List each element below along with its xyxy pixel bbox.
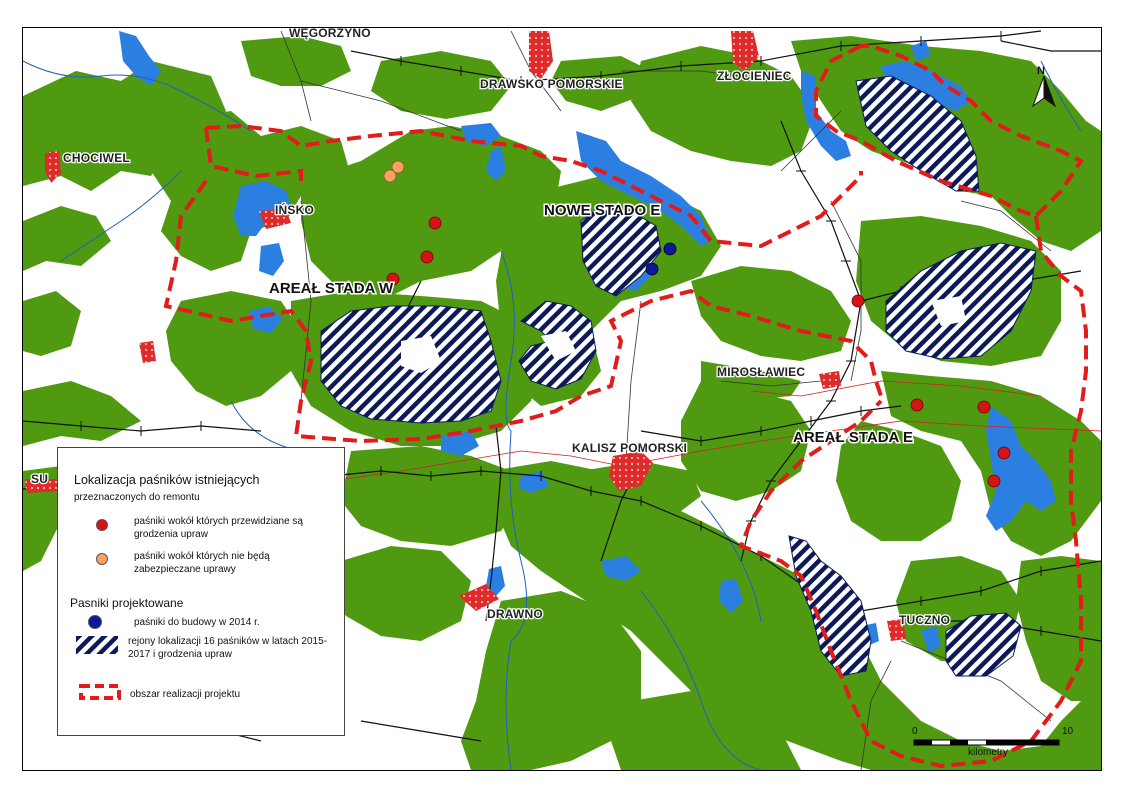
red-marker (851, 294, 865, 308)
label-chociwel: CHOCIWEL (63, 151, 130, 165)
legend-title: Lokalizacja paśników istniejących (74, 473, 260, 487)
label-nowe-stado: NOWE STADO E (544, 202, 660, 219)
north-arrow: N (1025, 62, 1065, 110)
label-drawsko: DRAWSKO POMORSKIE (480, 77, 623, 91)
red-marker (977, 400, 991, 414)
legend-item-hatch: rejony lokalizacji 16 paśników w latach … (128, 636, 327, 660)
north-label: N (1037, 65, 1045, 77)
red-marker-icon (96, 519, 108, 531)
town-misc (139, 341, 156, 363)
red-marker (420, 250, 434, 264)
legend-subtitle: przeznaczonych do remontu (74, 492, 200, 503)
legend-item-orange: paśniki wokół których nie będą zabezpiec… (134, 551, 270, 575)
label-areal-w: AREAŁ STADA W (269, 280, 394, 297)
north-arrow-icon: N (1031, 65, 1057, 108)
orange-marker-icon (96, 553, 108, 565)
scale-right-label: 10 (1062, 726, 1074, 737)
label-drawno: DRAWNO (487, 607, 543, 621)
label-areal-e: AREAŁ STADA E (793, 429, 913, 446)
blue-marker-icon (88, 615, 102, 629)
label-zlocieniec: ZŁOCIENIEC (717, 69, 792, 83)
red-marker (987, 474, 1001, 488)
legend-section2: Pasniki projektowane (70, 596, 184, 610)
hatch-swatch-icon (76, 636, 118, 654)
legend-item-blue: paśniki do budowy w 2014 r. (134, 617, 260, 628)
blue-marker (663, 242, 677, 256)
label-wegorzyno: WĘGORZYNO (289, 28, 371, 40)
label-su: SU (31, 472, 48, 486)
red-marker (910, 398, 924, 412)
label-insko: IŃSKO (275, 202, 314, 217)
town-miroslawiec (819, 371, 841, 389)
scale-left-label: 0 (912, 726, 918, 737)
red-marker (997, 446, 1011, 460)
boundary-swatch-icon (79, 684, 121, 700)
legend-box: Lokalizacja paśników istniejących przezn… (57, 447, 345, 736)
label-kalisz: KALISZ POMORSKI (572, 441, 687, 455)
town-drawsko (529, 31, 553, 79)
label-tuczno: TUCZNO (899, 613, 950, 627)
label-miroslawiec: MIROSŁAWIEC (717, 365, 805, 379)
legend-item-red: paśniki wokół których przewidziane są gr… (134, 516, 303, 540)
orange-marker (383, 169, 397, 183)
legend-item-boundary: obszar realizacji projektu (130, 689, 241, 700)
scale-unit-label: kilometry (968, 747, 1009, 758)
red-marker (428, 216, 442, 230)
blue-marker (645, 262, 659, 276)
scale-bar: 0 10 kilometry (912, 726, 1077, 762)
